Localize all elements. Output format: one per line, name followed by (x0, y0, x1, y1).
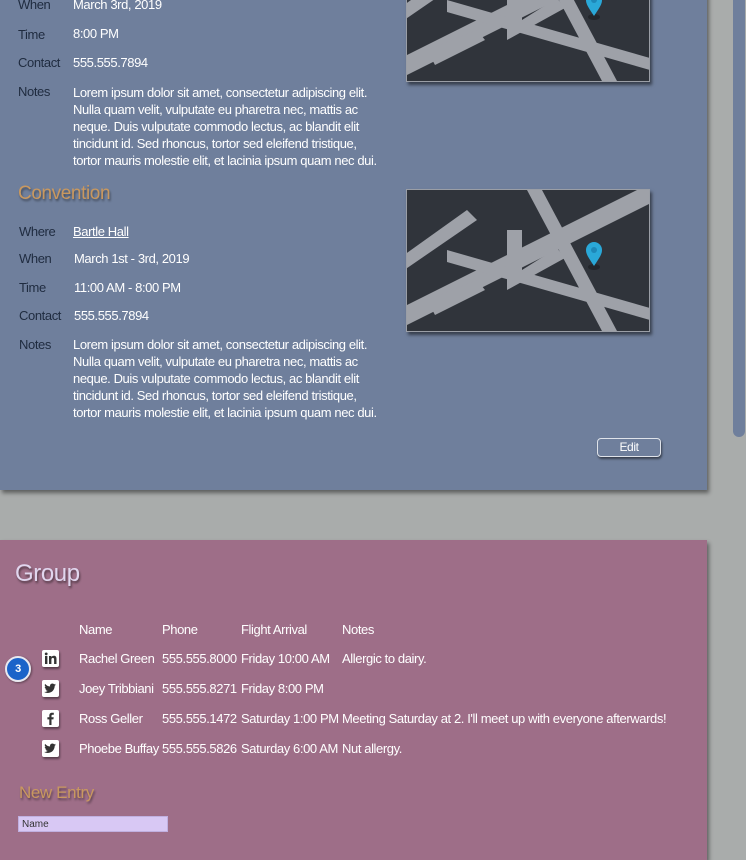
member-name: Rachel Green (79, 651, 155, 666)
events-panel: When March 3rd, 2019 Time 8:00 PM Contac… (0, 0, 707, 490)
convention-time-value: 11:00 AM - 8:00 PM (74, 280, 181, 295)
convention-time-label: Time (19, 280, 46, 295)
member-flight: Saturday 6:00 AM (241, 741, 338, 756)
event-notes-value: Lorem ipsum dolor sit amet, consectetur … (73, 85, 377, 168)
member-notes: Nut allergy. (342, 741, 402, 756)
member-phone: 555.555.1472 (162, 711, 237, 726)
group-panel: Group Name Phone Flight Arrival Notes 3 … (0, 540, 707, 860)
convention-contact-label: Contact (19, 308, 62, 323)
convention-notes-label: Notes (19, 337, 51, 352)
event-map[interactable] (406, 0, 650, 82)
edit-button[interactable]: Edit (597, 438, 661, 457)
column-header-phone: Phone (162, 622, 198, 637)
member-phone: 555.555.5826 (162, 741, 237, 756)
member-name: Phoebe Buffay (79, 741, 159, 756)
event-when-label: When (18, 0, 51, 12)
member-phone: 555.555.8000 (162, 651, 237, 666)
facebook-icon[interactable] (42, 710, 59, 727)
convention-when-label: When (19, 251, 52, 266)
member-flight: Saturday 1:00 PM (241, 711, 339, 726)
convention-map[interactable] (406, 189, 650, 332)
member-flight: Friday 8:00 PM (241, 681, 324, 696)
notification-badge[interactable]: 3 (5, 656, 31, 682)
twitter-icon[interactable] (42, 680, 59, 697)
twitter-icon[interactable] (42, 740, 59, 757)
member-name: Ross Geller (79, 711, 143, 726)
event-when-value: March 3rd, 2019 (73, 0, 162, 12)
event-notes-label: Notes (18, 84, 50, 99)
column-header-name: Name (79, 622, 113, 637)
column-header-flight: Flight Arrival (241, 622, 307, 637)
linkedin-icon[interactable] (42, 650, 59, 667)
convention-where-label: Where (19, 224, 56, 239)
member-name: Joey Tribbiani (79, 681, 154, 696)
member-notes: Meeting Saturday at 2. I'll meet up with… (342, 711, 667, 726)
convention-title: Convention (18, 183, 111, 204)
convention-where-link[interactable]: Bartle Hall (73, 224, 129, 239)
event-time-value: 8:00 PM (73, 26, 119, 41)
convention-notes-value: Lorem ipsum dolor sit amet, consectetur … (73, 337, 377, 420)
convention-contact-value: 555.555.7894 (74, 308, 149, 323)
column-header-notes: Notes (342, 622, 374, 637)
member-flight: Friday 10:00 AM (241, 651, 330, 666)
member-notes: Allergic to dairy. (342, 651, 427, 666)
event-contact-value: 555.555.7894 (73, 55, 148, 70)
convention-when-value: March 1st - 3rd, 2019 (74, 251, 190, 266)
member-phone: 555.555.8271 (162, 681, 237, 696)
group-title: Group (15, 560, 80, 587)
scrollbar-thumb[interactable] (733, 0, 745, 437)
name-input[interactable] (18, 816, 168, 832)
event-time-label: Time (18, 27, 45, 42)
event-contact-label: Contact (18, 55, 61, 70)
new-entry-title: New Entry (19, 783, 94, 802)
